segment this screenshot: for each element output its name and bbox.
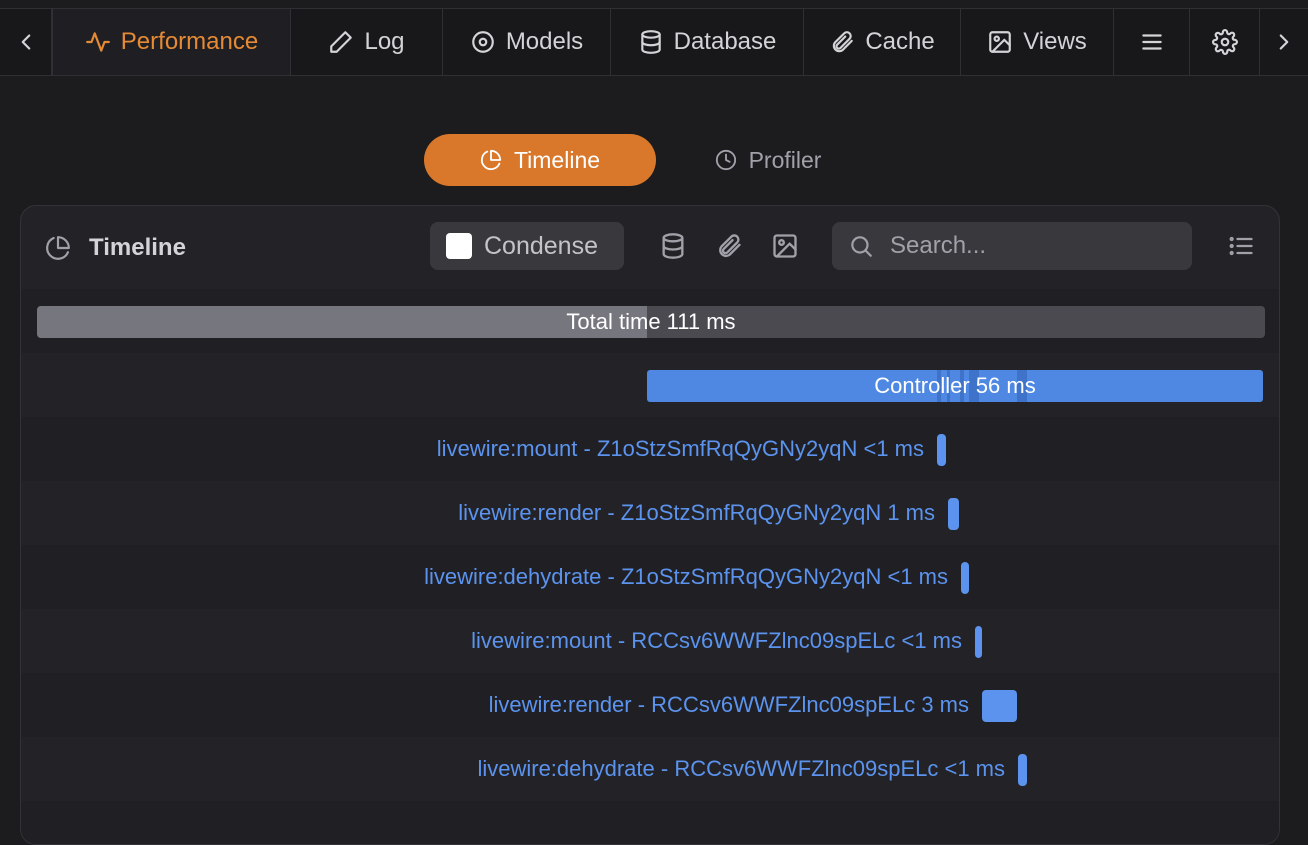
search-box xyxy=(832,222,1192,270)
controller-bar[interactable]: Controller 56 ms xyxy=(647,370,1263,402)
tab-views[interactable]: Views xyxy=(961,9,1114,75)
activity-icon xyxy=(85,32,110,52)
paperclip-icon xyxy=(833,31,854,53)
database-icon xyxy=(640,30,661,54)
event-bar[interactable] xyxy=(975,626,982,658)
event-label[interactable]: livewire:render - RCCsv6WWFZlnc09spELc 3… xyxy=(489,673,969,737)
list-icon xyxy=(1229,236,1253,256)
tab-performance[interactable]: Performance xyxy=(52,9,291,75)
tab-models[interactable]: Models xyxy=(443,9,611,75)
total-time-row: Total time 111 ms xyxy=(21,289,1279,353)
list-view-button[interactable] xyxy=(1227,232,1255,260)
condense-label: Condense xyxy=(484,231,598,260)
gear-icon xyxy=(1211,29,1238,55)
controller-label: Controller 56 ms xyxy=(874,373,1036,398)
menu-button[interactable] xyxy=(1114,9,1190,75)
debugbar-nav: Performance Log Models Database Cache Vi… xyxy=(0,9,1308,76)
tab-performance-label: Performance xyxy=(120,28,259,55)
subtab-timeline-label: Timeline xyxy=(513,146,601,173)
condense-toggle[interactable]: Condense xyxy=(430,222,624,270)
panel-title-text: Timeline xyxy=(89,234,186,261)
performance-subtabs: Timeline Profiler xyxy=(0,134,1308,186)
event-bar[interactable] xyxy=(937,434,946,466)
clock-icon xyxy=(715,149,736,171)
database-icon xyxy=(662,233,684,259)
event-label[interactable]: livewire:mount - Z1oStzSmfRqQyGNy2yqN <1… xyxy=(437,417,924,481)
timeline-event-row: livewire:render - RCCsv6WWFZlnc09spELc 3… xyxy=(21,673,1279,737)
pie-chart-icon xyxy=(480,149,502,170)
filter-views-button[interactable] xyxy=(771,232,799,260)
timeline-event-row xyxy=(21,801,1279,844)
settings-button[interactable] xyxy=(1190,9,1260,75)
subtab-profiler[interactable]: Profiler xyxy=(688,134,848,186)
menu-icon xyxy=(1141,34,1162,50)
timeline-panel: Timeline Condense Total time 111 ms Co xyxy=(20,205,1280,845)
total-time-label: Total time 111 ms xyxy=(566,309,736,334)
tab-log[interactable]: Log xyxy=(291,9,443,75)
filter-database-button[interactable] xyxy=(659,232,687,260)
subtab-timeline[interactable]: Timeline xyxy=(424,134,656,186)
image-icon xyxy=(773,234,797,258)
tab-database-label: Database xyxy=(673,28,777,55)
event-label[interactable]: livewire:render - Z1oStzSmfRqQyGNy2yqN 1… xyxy=(458,481,935,545)
event-bar[interactable] xyxy=(982,690,1017,722)
timeline-event-row: livewire:dehydrate - RCCsv6WWFZlnc09spEL… xyxy=(21,737,1279,801)
timeline-event-row: livewire:mount - Z1oStzSmfRqQyGNy2yqN <1… xyxy=(21,417,1279,481)
tab-models-label: Models xyxy=(505,28,584,55)
event-label[interactable]: livewire:dehydrate - Z1oStzSmfRqQyGNy2yq… xyxy=(424,545,948,609)
image-icon xyxy=(989,31,1012,53)
search-icon xyxy=(851,236,872,257)
tab-views-label: Views xyxy=(1023,28,1087,55)
event-bar[interactable] xyxy=(961,562,969,594)
paperclip-icon xyxy=(719,234,741,258)
event-bar[interactable] xyxy=(948,498,959,530)
scroll-left-button[interactable] xyxy=(0,9,52,75)
search-input[interactable] xyxy=(888,231,1182,261)
scroll-right-button[interactable] xyxy=(1260,9,1308,75)
subtab-profiler-label: Profiler xyxy=(748,146,822,173)
tab-cache[interactable]: Cache xyxy=(804,9,961,75)
filter-cache-button[interactable] xyxy=(715,232,743,260)
panel-title: Timeline xyxy=(45,228,186,268)
timeline-event-row: livewire:mount - RCCsv6WWFZlnc09spELc <1… xyxy=(21,609,1279,673)
timeline-event-row: livewire:dehydrate - Z1oStzSmfRqQyGNy2yq… xyxy=(21,545,1279,609)
chevron-right-icon xyxy=(1279,34,1289,50)
tab-database[interactable]: Database xyxy=(611,9,804,75)
timeline-event-row: livewire:render - Z1oStzSmfRqQyGNy2yqN 1… xyxy=(21,481,1279,545)
total-time-bar: Total time 111 ms xyxy=(37,306,1265,338)
chevron-left-icon xyxy=(21,34,30,50)
pie-chart-icon xyxy=(46,236,70,260)
event-label[interactable]: livewire:mount - RCCsv6WWFZlnc09spELc <1… xyxy=(471,609,962,673)
event-bar[interactable] xyxy=(1018,754,1027,786)
circle-dot-icon xyxy=(471,31,494,53)
tab-log-label: Log xyxy=(364,28,405,55)
pencil-icon xyxy=(330,31,353,53)
event-label[interactable]: livewire:dehydrate - RCCsv6WWFZlnc09spEL… xyxy=(477,737,1005,801)
condense-checkbox[interactable] xyxy=(446,233,472,259)
controller-row: Controller 56 ms xyxy=(21,353,1279,417)
tab-cache-label: Cache xyxy=(865,28,935,55)
